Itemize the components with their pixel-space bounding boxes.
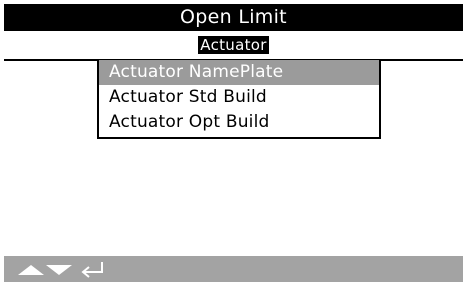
menu-item-label: Actuator NamePlate bbox=[109, 62, 284, 82]
up-arrow-icon[interactable] bbox=[18, 265, 44, 275]
enter-icon[interactable] bbox=[81, 262, 103, 278]
device-screen: Open Limit Actuator Actuator NamePlate A… bbox=[4, 4, 463, 282]
breadcrumb-bar: Actuator bbox=[4, 31, 463, 61]
breadcrumb: Actuator bbox=[198, 36, 269, 54]
footer-icons bbox=[18, 262, 103, 278]
menu-item-label: Actuator Std Build bbox=[109, 87, 267, 107]
page-title: Open Limit bbox=[4, 4, 463, 31]
down-arrow-icon[interactable] bbox=[46, 265, 72, 275]
menu-item-label: Actuator Opt Build bbox=[109, 112, 270, 132]
menu-item-actuator-std-build[interactable]: Actuator Std Build bbox=[99, 85, 379, 110]
menu-list: Actuator NamePlate Actuator Std Build Ac… bbox=[97, 60, 381, 139]
menu-item-actuator-opt-build[interactable]: Actuator Opt Build bbox=[99, 110, 379, 135]
navigation-footer bbox=[4, 256, 463, 282]
menu-item-actuator-nameplate[interactable]: Actuator NamePlate bbox=[99, 60, 379, 85]
